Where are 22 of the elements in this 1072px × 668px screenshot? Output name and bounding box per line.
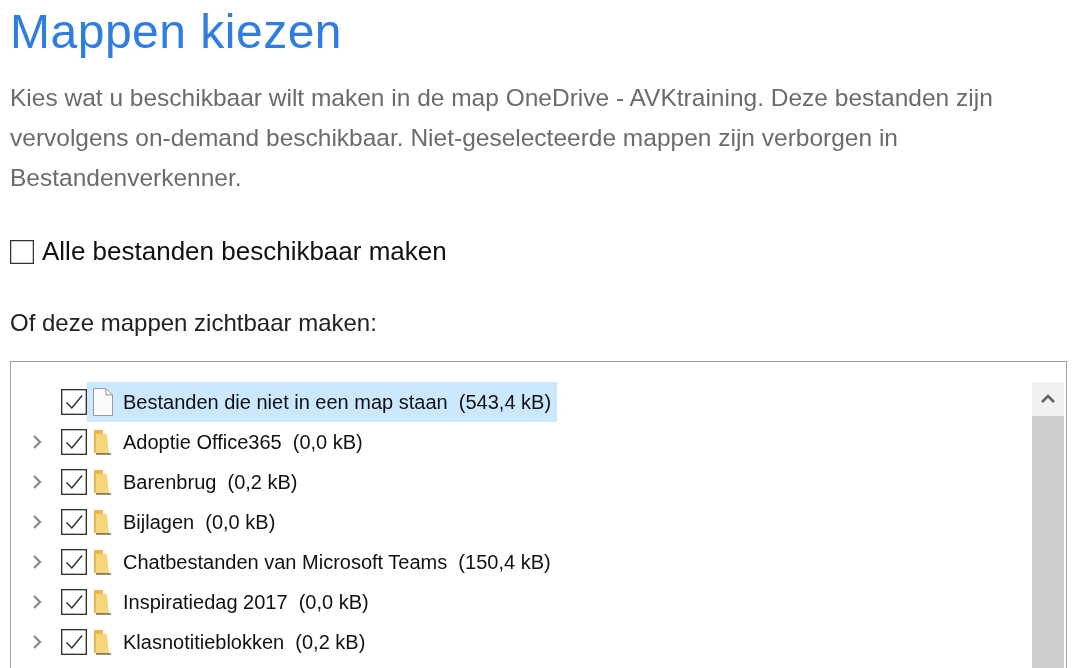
page-title: Mappen kiezen bbox=[10, 4, 344, 60]
checkbox[interactable] bbox=[61, 509, 87, 535]
checkbox[interactable] bbox=[61, 429, 87, 455]
scroll-up-icon[interactable] bbox=[1041, 394, 1055, 404]
tree-item[interactable]: Bestanden die niet in een map staan (543,4 kB) bbox=[87, 382, 558, 422]
tree-item[interactable]: Inspiratiedag 2017 (0,0 kB) bbox=[87, 582, 375, 622]
description-text: Kies wat u beschikbaar wilt maken in de map OneDrive - AVKtraining. Deze bestanden zijn vervolgens on-demand beschikbaar. Niet-geselecteerde mappen zijn verborgen in Bestandenverkenner. bbox=[10, 83, 994, 193]
checkbox[interactable] bbox=[10, 239, 34, 264]
tree-item[interactable]: Adoptie Office365 (0,0 kB) bbox=[87, 422, 369, 462]
document-icon bbox=[91, 386, 115, 418]
checkbox[interactable] bbox=[61, 629, 87, 655]
section-heading: Of deze mappen zichtbaar maken: bbox=[10, 309, 378, 337]
checkbox[interactable] bbox=[61, 589, 87, 615]
tree-item[interactable]: Klasnotitieblokken (0,2 kB) bbox=[87, 622, 372, 662]
tree-item[interactable]: Chatbestanden van Microsoft Teams (150,4 kB) bbox=[87, 542, 557, 582]
checkbox[interactable] bbox=[61, 389, 87, 415]
tree-item[interactable]: Bijlagen (0,0 kB) bbox=[87, 502, 282, 542]
checkbox[interactable] bbox=[61, 469, 87, 495]
checkbox[interactable] bbox=[61, 549, 87, 575]
checkbox-label: Alle bestanden beschikbaar maken bbox=[42, 236, 447, 267]
scrollbar[interactable] bbox=[1032, 382, 1064, 668]
tree-item[interactable]: Barenbrug (0,2 kB) bbox=[87, 462, 304, 502]
